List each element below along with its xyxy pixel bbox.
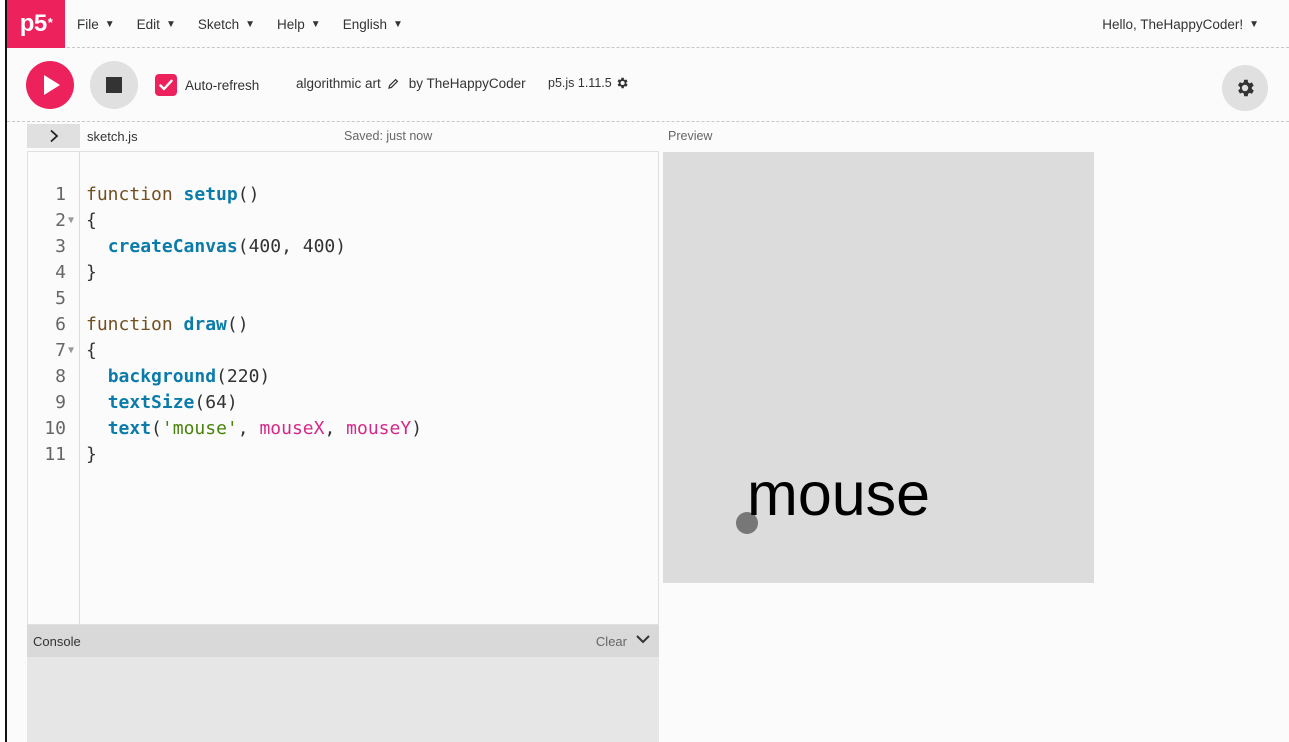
window-edge [0,0,7,742]
caret-down-icon: ▼ [1249,18,1259,30]
menu-language[interactable]: English ▼ [343,17,403,32]
line-number: 10 [44,418,66,439]
code-text[interactable]: createCanvas(400, 400) [86,234,346,260]
code-line: 2 ▼ { [28,208,658,234]
auto-refresh-toggle[interactable]: Auto-refresh [155,74,259,96]
menu-language-label: English [342,16,387,32]
line-number: 3 [55,236,66,257]
code-text[interactable]: background(220) [86,364,271,390]
preview-canvas[interactable]: mouse [663,152,1094,583]
code-editor[interactable]: 1 function setup() 2 ▼ { 3 createCanvas(… [27,151,659,625]
p5-logo[interactable]: p5 * [7,0,65,48]
menu-file[interactable]: File ▼ [77,17,115,32]
line-number: 5 [55,288,66,309]
line-number: 7 [55,340,66,361]
fold-arrow-icon[interactable]: ▼ [68,338,74,364]
stop-icon [106,77,122,93]
code-text[interactable]: textSize(64) [86,390,238,416]
caret-down-icon: ▼ [165,18,176,30]
code-line: 8 background(220) [28,364,658,390]
code-text[interactable]: text('mouse', mouseX, mouseY) [86,416,422,442]
code-line: 9 textSize(64) [28,390,658,416]
caret-down-icon: ▼ [104,18,115,30]
code-line: 3 createCanvas(400, 400) [28,234,658,260]
version-selector[interactable]: p5.js 1.11.5 [548,76,629,90]
save-status: Saved: just now [344,129,433,143]
code-text[interactable]: function setup() [86,182,259,208]
play-icon [44,75,60,95]
gear-icon [617,77,628,89]
code-text[interactable]: } [86,442,97,468]
menu-edit-label: Edit [136,16,160,32]
gear-icon [1238,79,1254,97]
chevron-down-icon[interactable] [635,632,651,650]
line-number: 11 [44,444,66,465]
line-number: 9 [55,392,66,413]
logo-asterisk: * [47,14,53,30]
menu-help-label: Help [277,16,305,32]
line-number: 2 [55,210,66,231]
preview-label: Preview [668,129,713,143]
canvas-text: mouse [747,460,931,528]
menu-sketch[interactable]: Sketch ▼ [198,17,255,32]
project-name[interactable]: algorithmic art [296,76,381,91]
menu-help[interactable]: Help ▼ [277,17,321,32]
line-number: 4 [55,262,66,283]
console-header: Console Clear [27,625,659,657]
console-title: Console [33,634,81,649]
code-text[interactable]: { [86,338,97,364]
line-number: 6 [55,314,66,335]
menu-edit[interactable]: Edit ▼ [137,17,176,32]
line-number: 1 [55,184,66,205]
project-author[interactable]: by TheHappyCoder [409,76,526,91]
code-line: 11 } [28,442,658,468]
version-label: p5.js 1.11.5 [548,76,612,90]
stop-button[interactable] [90,61,138,109]
fold-arrow-icon[interactable]: ▼ [68,208,74,234]
code-line: 1 function setup() [28,182,658,208]
code-line: 7 ▼ { [28,338,658,364]
project-info: algorithmic art by TheHappyCoder [296,76,526,91]
console-output [27,657,659,742]
code-text[interactable]: { [86,208,97,234]
menu-file-label: File [77,16,99,32]
auto-refresh-label: Auto-refresh [185,77,260,93]
menu-sketch-label: Sketch [197,16,240,32]
sidebar-toggle-button[interactable] [27,124,80,148]
settings-button[interactable] [1222,65,1268,111]
logo-text: p5 [19,10,48,37]
code-text[interactable]: } [86,260,97,286]
code-line: 10 text('mouse', mouseX, mouseY) [28,416,658,442]
checkmark-icon [159,79,173,91]
caret-down-icon: ▼ [392,18,403,30]
code-line: 6 function draw() [28,312,658,338]
code-text[interactable]: function draw() [86,312,249,338]
toolbar: Auto-refresh algorithmic art by TheHappy… [7,48,1289,122]
caret-down-icon: ▼ [245,18,256,30]
chevron-right-icon [49,129,58,143]
menu-bar: File ▼ Edit ▼ Sketch ▼ Help ▼ English ▼ [77,0,403,48]
user-greeting: Hello, TheHappyCoder! [1102,16,1244,32]
code-line: 4 } [28,260,658,286]
auto-refresh-checkbox[interactable] [155,74,177,96]
top-nav: p5 * File ▼ Edit ▼ Sketch ▼ Help ▼ English ▼ H… [7,0,1289,48]
user-menu[interactable]: Hello, TheHappyCoder! ▼ [1102,0,1259,48]
play-button[interactable] [26,61,74,109]
line-number: 8 [55,366,66,387]
code-lines: 1 function setup() 2 ▼ { 3 createCanvas(… [28,182,658,468]
console-clear-button[interactable]: Clear [596,634,627,649]
pencil-icon[interactable] [387,78,399,90]
caret-down-icon: ▼ [310,18,321,30]
file-tab[interactable]: sketch.js [87,129,138,144]
code-line: 5 [28,286,658,312]
